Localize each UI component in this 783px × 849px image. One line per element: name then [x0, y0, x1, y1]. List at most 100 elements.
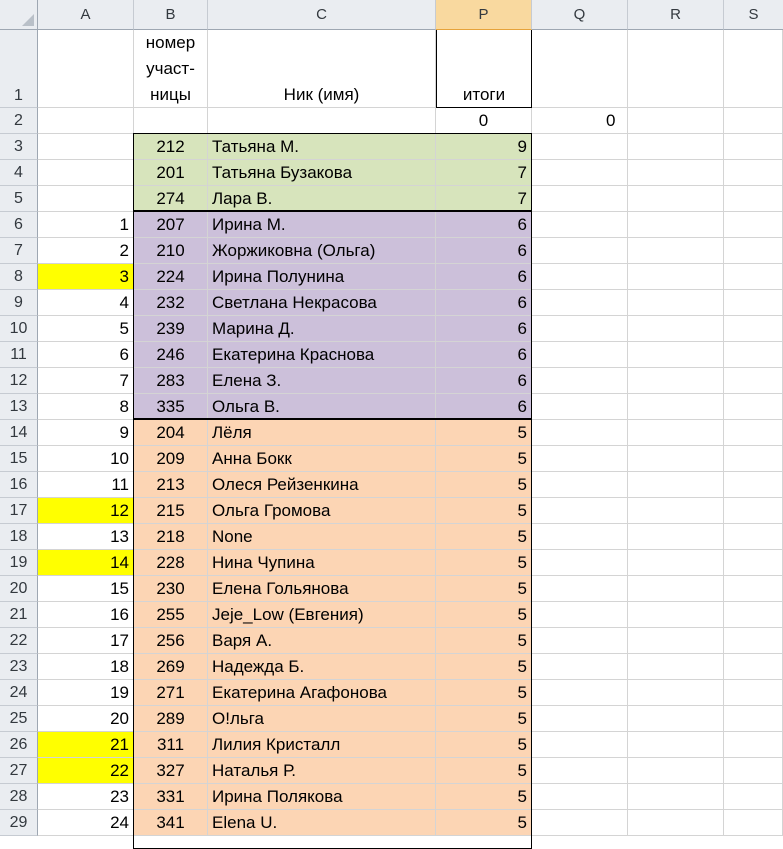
cell-r[interactable] — [628, 212, 724, 238]
cell-p-total[interactable]: 6 — [436, 238, 532, 264]
cell-q[interactable] — [532, 550, 628, 576]
cell-p-total[interactable]: 5 — [436, 732, 532, 758]
cell-b-number[interactable]: 224 — [134, 264, 208, 290]
cell-s[interactable] — [724, 628, 783, 654]
cell-a-rank[interactable]: 24 — [38, 810, 134, 836]
cell-b-number[interactable]: 246 — [134, 342, 208, 368]
cell-c-nick[interactable]: Елена Гольянова — [208, 576, 436, 602]
row-header-25[interactable]: 25 — [0, 706, 38, 732]
cell-p-total[interactable]: 6 — [436, 212, 532, 238]
cell-a-rank[interactable]: 11 — [38, 472, 134, 498]
cell-b2[interactable] — [134, 108, 208, 134]
cell-c-nick[interactable]: Ирина Полякова — [208, 784, 436, 810]
column-header-q[interactable]: Q — [532, 0, 628, 30]
cell-q1[interactable] — [532, 30, 628, 108]
cell-c-nick[interactable]: None — [208, 524, 436, 550]
cell-b-number[interactable]: 283 — [134, 368, 208, 394]
cell-a-rank[interactable]: 7 — [38, 368, 134, 394]
row-header-16[interactable]: 16 — [0, 472, 38, 498]
cell-s[interactable] — [724, 160, 783, 186]
cell-s[interactable] — [724, 368, 783, 394]
cell-s[interactable] — [724, 290, 783, 316]
cell-c1-header[interactable]: Ник (имя) — [208, 30, 436, 108]
row-header-28[interactable]: 28 — [0, 784, 38, 810]
row-header-18[interactable]: 18 — [0, 524, 38, 550]
cell-s[interactable] — [724, 654, 783, 680]
row-header-17[interactable]: 17 — [0, 498, 38, 524]
cell-a-rank[interactable]: 13 — [38, 524, 134, 550]
cell-c-nick[interactable]: Марина Д. — [208, 316, 436, 342]
cell-r[interactable] — [628, 238, 724, 264]
cell-a1[interactable] — [38, 30, 134, 108]
cell-a-rank[interactable]: 4 — [38, 290, 134, 316]
cell-q2[interactable]: 0 — [532, 108, 628, 134]
cell-q[interactable] — [532, 524, 628, 550]
cell-p-total[interactable]: 5 — [436, 758, 532, 784]
cell-r[interactable] — [628, 524, 724, 550]
row-header-6[interactable]: 6 — [0, 212, 38, 238]
cell-r[interactable] — [628, 498, 724, 524]
cell-q[interactable] — [532, 134, 628, 160]
cell-q[interactable] — [532, 212, 628, 238]
cell-c-nick[interactable]: Ольга Громова — [208, 498, 436, 524]
cell-p-total[interactable]: 5 — [436, 654, 532, 680]
cell-b-number[interactable]: 256 — [134, 628, 208, 654]
cell-q[interactable] — [532, 732, 628, 758]
cell-p2[interactable]: 0 — [436, 108, 532, 134]
cell-r[interactable] — [628, 810, 724, 836]
row-header-23[interactable]: 23 — [0, 654, 38, 680]
cell-s[interactable] — [724, 264, 783, 290]
cell-p-total[interactable]: 5 — [436, 784, 532, 810]
row-header-24[interactable]: 24 — [0, 680, 38, 706]
cell-c-nick[interactable]: О!льга — [208, 706, 436, 732]
cell-b-number[interactable]: 269 — [134, 654, 208, 680]
cell-r[interactable] — [628, 290, 724, 316]
cell-b-number[interactable]: 335 — [134, 394, 208, 420]
cell-c-nick[interactable]: Татьяна Бузакова — [208, 160, 436, 186]
row-header-27[interactable]: 27 — [0, 758, 38, 784]
cell-c-nick[interactable]: Татьяна М. — [208, 134, 436, 160]
cell-p-total[interactable]: 5 — [436, 446, 532, 472]
cell-c-nick[interactable]: Лёля — [208, 420, 436, 446]
cell-c-nick[interactable]: Наталья Р. — [208, 758, 436, 784]
cell-r[interactable] — [628, 550, 724, 576]
cell-a-rank[interactable]: 6 — [38, 342, 134, 368]
cell-r[interactable] — [628, 680, 724, 706]
cell-p-total[interactable]: 5 — [436, 498, 532, 524]
cell-s[interactable] — [724, 784, 783, 810]
cell-r2[interactable] — [628, 108, 724, 134]
cell-s[interactable] — [724, 732, 783, 758]
cell-p1-header[interactable]: итоги — [436, 30, 532, 108]
cell-c-nick[interactable]: Екатерина Краснова — [208, 342, 436, 368]
cell-a2[interactable] — [38, 108, 134, 134]
cell-a-rank[interactable]: 5 — [38, 316, 134, 342]
row-header-15[interactable]: 15 — [0, 446, 38, 472]
cell-b-number[interactable]: 201 — [134, 160, 208, 186]
cell-s[interactable] — [724, 758, 783, 784]
cell-b-number[interactable]: 215 — [134, 498, 208, 524]
cell-p-total[interactable]: 5 — [436, 576, 532, 602]
cell-a-rank[interactable]: 15 — [38, 576, 134, 602]
row-header-5[interactable]: 5 — [0, 186, 38, 212]
cell-s[interactable] — [724, 342, 783, 368]
cell-p-total[interactable]: 5 — [436, 550, 532, 576]
cell-s1[interactable] — [724, 30, 783, 108]
cell-q[interactable] — [532, 368, 628, 394]
cell-c-nick[interactable]: Варя А. — [208, 628, 436, 654]
cell-p-total[interactable]: 7 — [436, 160, 532, 186]
cell-s[interactable] — [724, 576, 783, 602]
row-header-2[interactable]: 2 — [0, 108, 38, 134]
cell-c-nick[interactable]: Анна Бокк — [208, 446, 436, 472]
cell-s[interactable] — [724, 498, 783, 524]
cell-a-rank[interactable]: 17 — [38, 628, 134, 654]
cell-c-nick[interactable]: Надежда Б. — [208, 654, 436, 680]
cell-s2[interactable] — [724, 108, 783, 134]
column-header-a[interactable]: A — [38, 0, 134, 30]
cell-p-total[interactable]: 6 — [436, 368, 532, 394]
column-header-r[interactable]: R — [628, 0, 724, 30]
cell-s[interactable] — [724, 680, 783, 706]
cell-b-number[interactable]: 289 — [134, 706, 208, 732]
cell-r[interactable] — [628, 472, 724, 498]
cell-b-number[interactable]: 232 — [134, 290, 208, 316]
cell-q[interactable] — [532, 420, 628, 446]
